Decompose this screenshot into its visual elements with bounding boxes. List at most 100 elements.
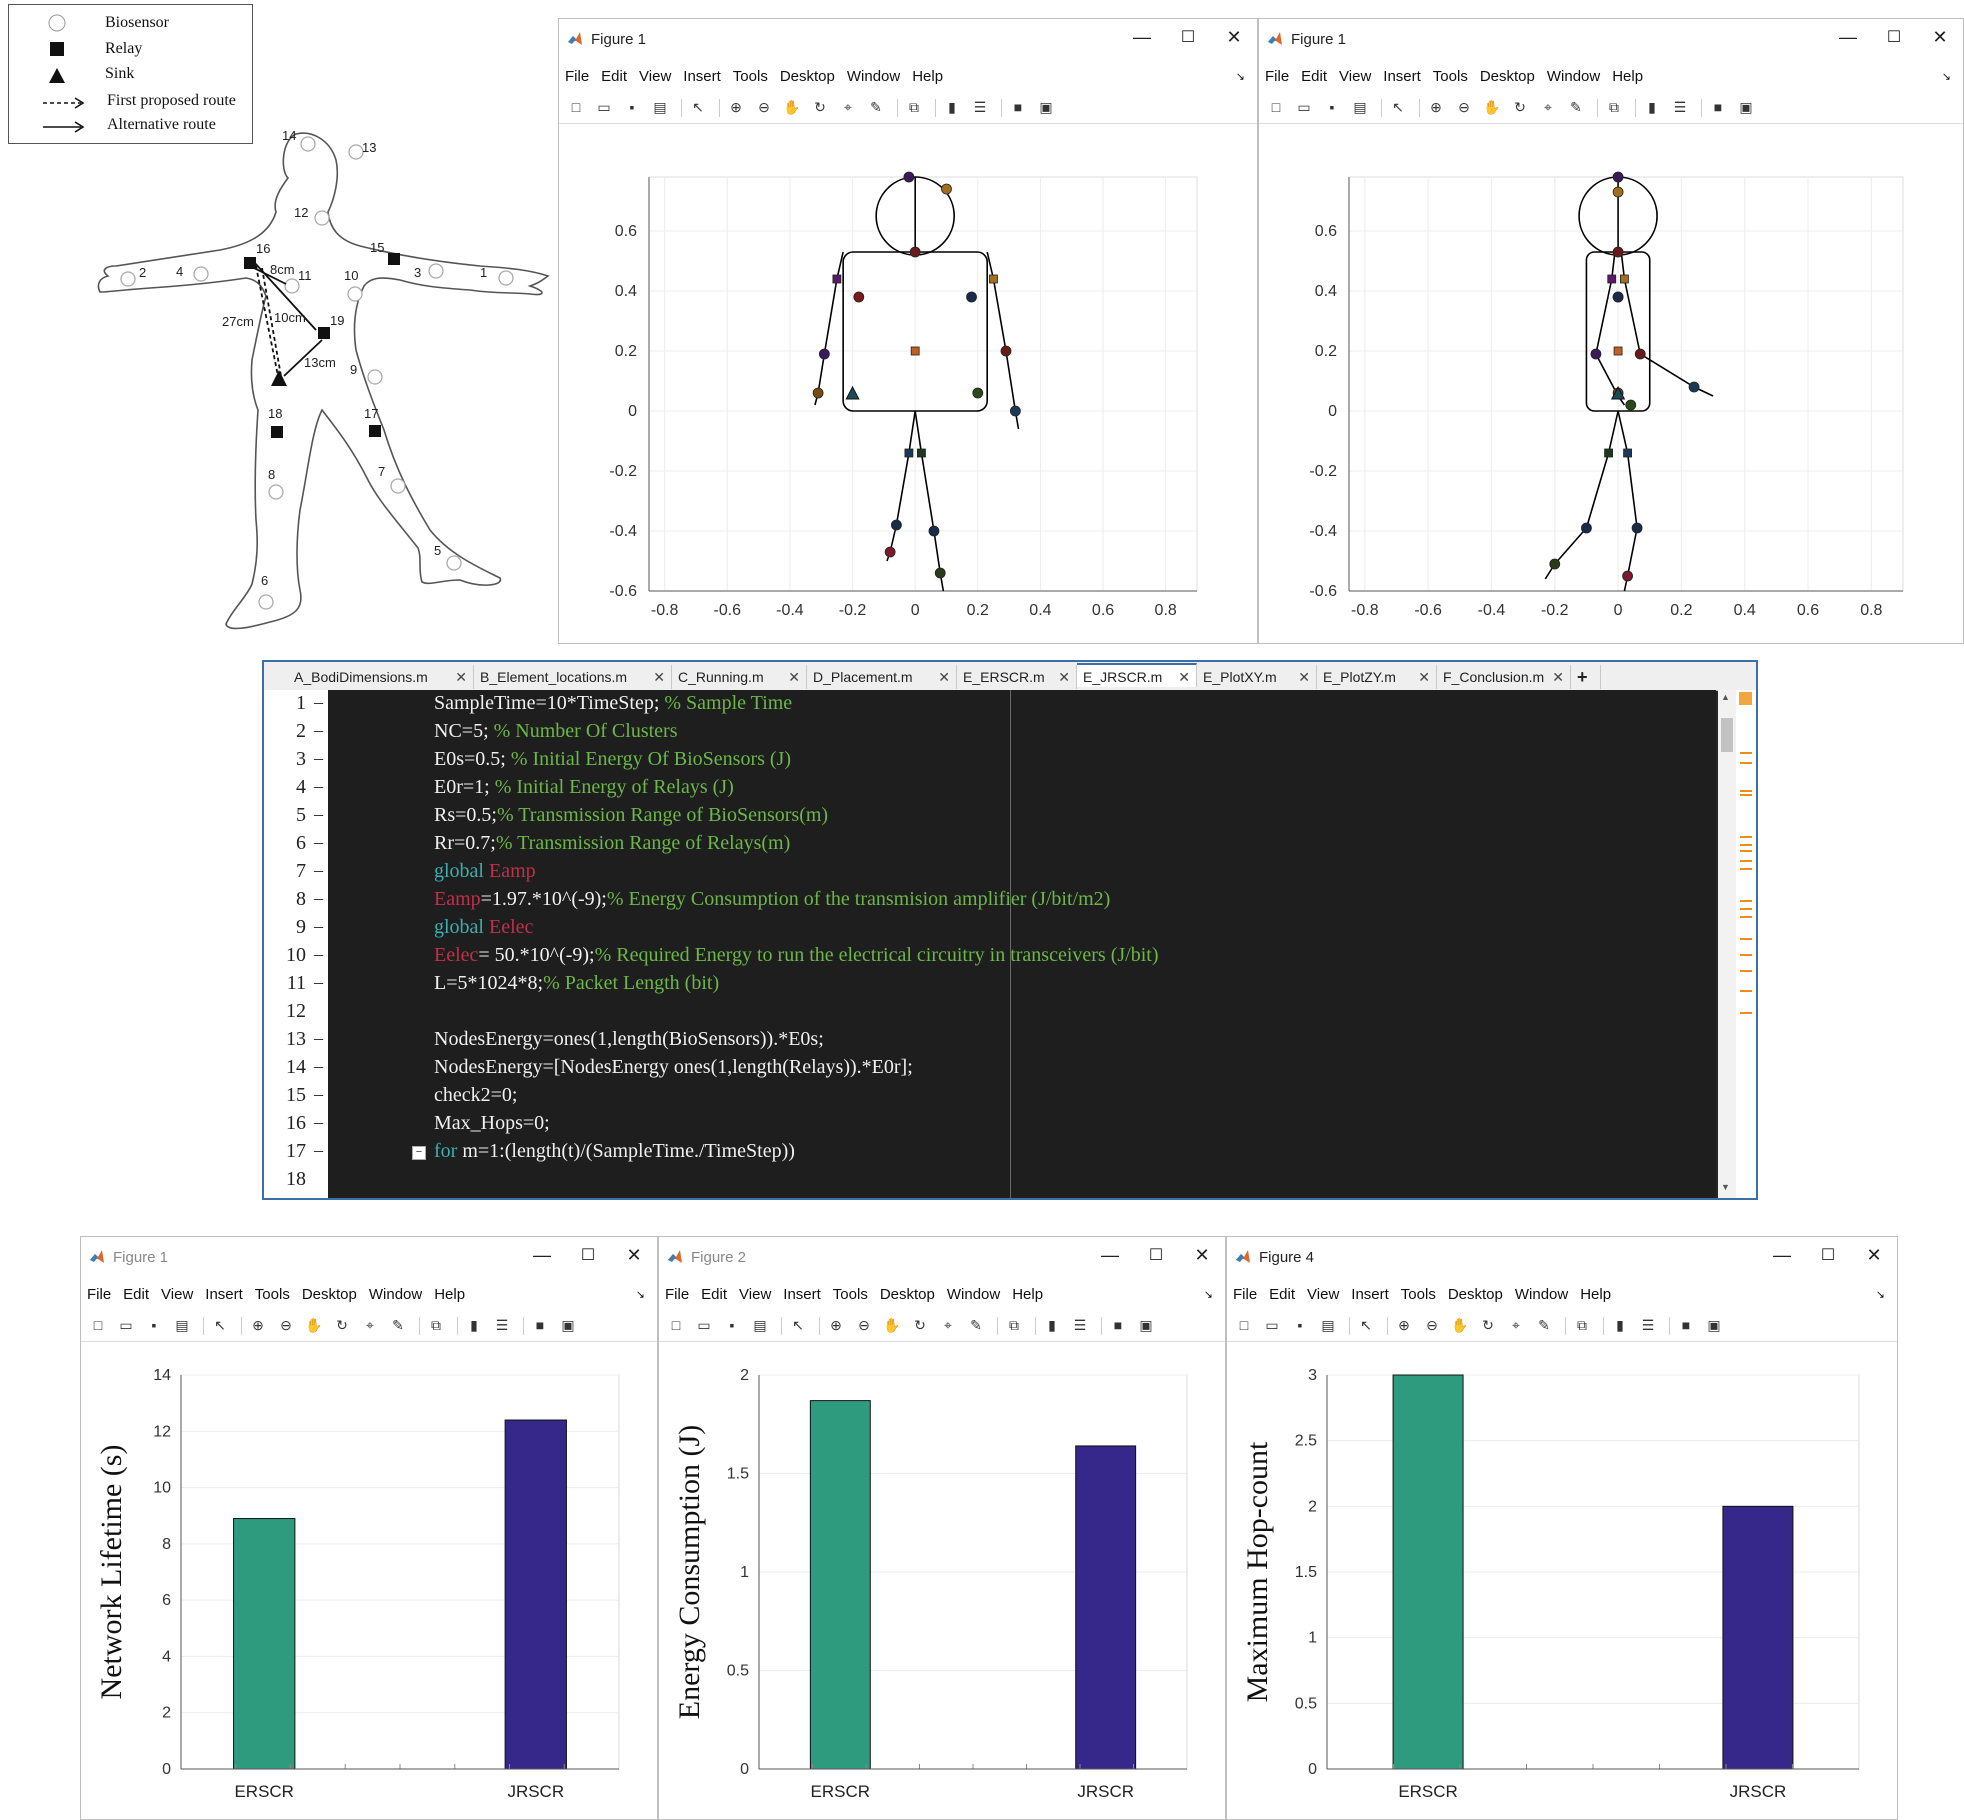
menu-insert[interactable]: Insert [1351, 1282, 1389, 1308]
zoom-in-icon[interactable]: ⊕ [827, 1316, 845, 1334]
brush-icon[interactable]: ✎ [967, 1316, 985, 1334]
code-line[interactable]: NodesEnergy=[NodesEnergy ones(1,length(R… [434, 1056, 913, 1079]
menu-window[interactable]: Window [847, 64, 900, 90]
analyzer-warning-mark[interactable] [1740, 908, 1752, 910]
analyzer-warning-mark[interactable] [1740, 990, 1752, 992]
dock-figure-icon[interactable]: ↘ [1876, 1282, 1885, 1308]
minimize-icon[interactable]: — [1767, 1245, 1797, 1266]
menu-view[interactable]: View [639, 64, 671, 90]
pan-icon[interactable]: ✋ [883, 1316, 901, 1334]
menu-help[interactable]: Help [434, 1282, 465, 1308]
analyzer-warning-mark[interactable] [1740, 970, 1752, 972]
breakpoint-dash[interactable]: – [314, 692, 323, 713]
legend-icon[interactable]: ☰ [1071, 1316, 1089, 1334]
scroll-up-icon[interactable]: ▲ [1721, 692, 1733, 702]
pan-icon[interactable]: ✋ [305, 1316, 323, 1334]
breakpoint-dash[interactable]: – [314, 1112, 323, 1133]
edit-plot-icon[interactable]: ↖ [689, 98, 707, 116]
breakpoint-dash[interactable]: – [314, 1140, 323, 1161]
open-file-icon[interactable]: ▭ [595, 98, 613, 116]
show-plot-tools-icon[interactable]: ▣ [1737, 98, 1755, 116]
colorbar-icon[interactable]: ▮ [1043, 1316, 1061, 1334]
close-icon[interactable]: ✕ [1418, 665, 1430, 689]
dock-figure-icon[interactable]: ↘ [636, 1282, 645, 1308]
edit-plot-icon[interactable]: ↖ [789, 1316, 807, 1334]
rotate-3d-icon[interactable]: ↻ [911, 1316, 929, 1334]
save-icon[interactable]: ▪ [623, 98, 641, 116]
open-file-icon[interactable]: ▭ [1295, 98, 1313, 116]
brush-icon[interactable]: ✎ [389, 1316, 407, 1334]
analyzer-warning-mark[interactable] [1740, 900, 1752, 902]
menu-insert[interactable]: Insert [783, 1282, 821, 1308]
maximize-icon[interactable]: ☐ [1173, 27, 1203, 47]
show-plot-tools-icon[interactable]: ▣ [1037, 98, 1055, 116]
analyzer-warning-mark[interactable] [1740, 752, 1752, 754]
menu-view[interactable]: View [1307, 1282, 1339, 1308]
show-plot-tools-icon[interactable]: ▣ [1137, 1316, 1155, 1334]
add-tab-button[interactable]: + [1571, 665, 1601, 689]
new-figure-icon[interactable]: □ [89, 1316, 107, 1334]
print-icon[interactable]: ▤ [651, 98, 669, 116]
maximize-icon[interactable]: ☐ [1879, 27, 1909, 47]
menu-desktop[interactable]: Desktop [302, 1282, 357, 1308]
menu-insert[interactable]: Insert [1383, 64, 1421, 90]
code-line[interactable]: Rs=0.5;% Transmission Range of BioSensor… [434, 804, 828, 827]
menu-tools[interactable]: Tools [255, 1282, 290, 1308]
stick-figure-plot[interactable]: -0.8 -0.6 -0.4 -0.2 0 0.2 0.4 0.6 0.8 0.6 0.4 0.2 0 -… [1259, 127, 1963, 643]
menu-tools[interactable]: Tools [1433, 64, 1468, 90]
save-icon[interactable]: ▪ [1323, 98, 1341, 116]
close-icon[interactable]: ✕ [1058, 665, 1070, 689]
close-icon[interactable]: ✕ [1925, 27, 1955, 48]
close-icon[interactable]: ✕ [1298, 665, 1310, 689]
rotate-3d-icon[interactable]: ↻ [811, 98, 829, 116]
code-line[interactable]: NC=5; % Number Of Clusters [434, 720, 677, 743]
breakpoint-dash[interactable]: – [314, 944, 323, 965]
data-cursor-icon[interactable]: ⌖ [939, 1316, 957, 1334]
colorbar-icon[interactable]: ▮ [1643, 98, 1661, 116]
zoom-in-icon[interactable]: ⊕ [1427, 98, 1445, 116]
code-fold-icon[interactable]: − [412, 1146, 426, 1160]
close-icon[interactable]: ✕ [455, 665, 467, 689]
print-icon[interactable]: ▤ [173, 1316, 191, 1334]
bar-chart[interactable]: 0 2 4 6 8 10 12 14 ERSCR JRSCR Network Lifetime (s… [81, 1345, 657, 1819]
breakpoint-dash[interactable]: – [314, 1028, 323, 1049]
zoom-out-icon[interactable]: ⊖ [1455, 98, 1473, 116]
figure-title-bar[interactable]: Figure 1 — ☐ ✕ [1259, 19, 1963, 61]
code-line[interactable]: check2=0; [434, 1084, 517, 1107]
analyzer-warning-mark[interactable] [1740, 762, 1752, 764]
close-icon[interactable]: ✕ [1859, 1245, 1889, 1266]
breakpoint-dash[interactable]: – [314, 832, 323, 853]
code-line[interactable]: Rr=0.7;% Transmission Range of Relays(m) [434, 832, 790, 855]
analyzer-warning-mark[interactable] [1740, 860, 1752, 862]
print-icon[interactable]: ▤ [1319, 1316, 1337, 1334]
tab-e-plotxy[interactable]: E_PlotXY.m ✕ [1197, 665, 1317, 689]
code-line[interactable]: L=5*1024*8;% Packet Length (bit) [434, 972, 719, 995]
menu-help[interactable]: Help [912, 64, 943, 90]
pan-icon[interactable]: ✋ [1483, 98, 1501, 116]
print-icon[interactable]: ▤ [1351, 98, 1369, 116]
edit-plot-icon[interactable]: ↖ [211, 1316, 229, 1334]
menu-edit[interactable]: Edit [1301, 64, 1327, 90]
zoom-out-icon[interactable]: ⊖ [1423, 1316, 1441, 1334]
code-area[interactable]: SampleTime=10*TimeStep; % Sample Time NC=… [328, 690, 1716, 1198]
breakpoint-dash[interactable]: – [314, 776, 323, 797]
code-line[interactable]: SampleTime=10*TimeStep; % Sample Time [434, 692, 792, 715]
tab-e-jrscr[interactable]: E_JRSCR.m ✕ [1077, 663, 1197, 687]
link-plot-icon[interactable]: ⧉ [427, 1316, 445, 1334]
tab-f-conclusion[interactable]: F_Conclusion.m ✕ [1437, 665, 1571, 689]
new-figure-icon[interactable]: □ [567, 98, 585, 116]
zoom-out-icon[interactable]: ⊖ [755, 98, 773, 116]
minimize-icon[interactable]: — [1127, 27, 1157, 48]
code-line[interactable]: global Eelec [434, 916, 533, 939]
colorbar-icon[interactable]: ▮ [1611, 1316, 1629, 1334]
print-icon[interactable]: ▤ [751, 1316, 769, 1334]
tab-c-running[interactable]: C_Running.m ✕ [672, 665, 807, 689]
menu-tools[interactable]: Tools [1401, 1282, 1436, 1308]
analyzer-warning-mark[interactable] [1740, 844, 1752, 846]
colorbar-icon[interactable]: ▮ [943, 98, 961, 116]
analyzer-warning-mark[interactable] [1740, 916, 1752, 918]
close-icon[interactable]: ✕ [1552, 665, 1564, 689]
menu-file[interactable]: File [1233, 1282, 1257, 1308]
open-file-icon[interactable]: ▭ [117, 1316, 135, 1334]
zoom-out-icon[interactable]: ⊖ [277, 1316, 295, 1334]
